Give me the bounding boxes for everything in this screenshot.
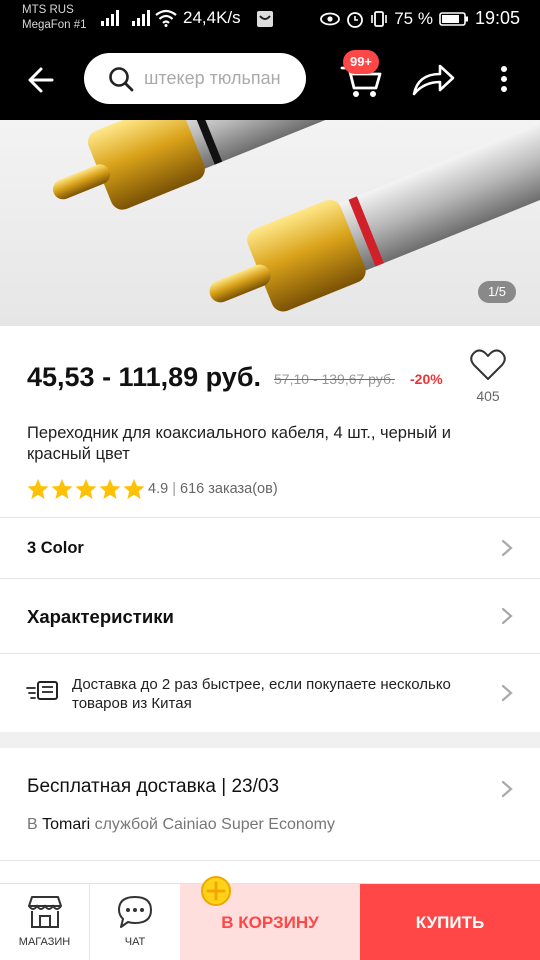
carrier-2: MegaFon #1 — [22, 19, 87, 31]
rating-separator: | — [172, 481, 176, 497]
buy-now-button[interactable]: КУПИТЬ — [360, 884, 540, 960]
wishlist-count: 405 — [476, 388, 500, 404]
store-icon — [28, 896, 62, 928]
original-price: 57,10 - 139,67 руб. — [274, 371, 395, 387]
store-label: МАГАЗИН — [18, 936, 71, 948]
clock: 19:05 — [474, 8, 520, 28]
chat-icon — [118, 896, 152, 928]
image-counter: 1/5 — [478, 281, 516, 303]
more-options-button[interactable] — [492, 60, 516, 100]
search-icon — [109, 67, 134, 92]
shipping-row[interactable] — [0, 748, 540, 860]
product-price: 45,53 - 111,89 руб. — [27, 362, 261, 392]
delivery-promo-text: Доставка до 2 раз быстрее, если покупает… — [72, 676, 451, 712]
star-icon — [27, 479, 49, 499]
store-button[interactable]: МАГАЗИН — [0, 884, 90, 960]
signal-icon — [101, 10, 119, 26]
wifi-icon — [155, 9, 177, 27]
star-icon — [99, 479, 121, 499]
chat-button[interactable]: ЧАТ — [90, 884, 180, 960]
fast-delivery-icon — [26, 681, 58, 700]
rating-summary: 4.9 | 616 заказа(ов) — [148, 481, 278, 497]
heart-icon — [470, 349, 506, 380]
coin-icon — [201, 876, 231, 906]
color-option-label: 3 Color — [27, 539, 84, 557]
top-toolbar: штекер тюльпан 99+ — [0, 38, 540, 120]
status-right: 75 % 19:05 — [320, 8, 520, 29]
chat-label: ЧАТ — [124, 936, 146, 948]
shipping-method: В Tomari службой Cainiao Super Economy — [27, 816, 335, 834]
more-vertical-icon — [501, 66, 507, 92]
product-title: Переходник для коаксиального кабеля, 4 ш… — [27, 424, 451, 463]
search-input[interactable]: штекер тюльпан — [84, 53, 306, 104]
chevron-right-icon — [501, 539, 513, 557]
share-icon — [412, 64, 455, 96]
cart-badge: 99+ — [343, 50, 379, 74]
wishlist-button[interactable] — [468, 345, 508, 385]
chevron-right-icon — [501, 607, 513, 625]
chevron-right-icon — [501, 684, 513, 702]
chevron-right-icon — [501, 780, 513, 798]
net-speed: 24,4K/s — [183, 8, 241, 27]
bottom-action-bar: МАГАЗИН ЧАТ В КОРЗИНУ КУПИТЬ — [0, 883, 540, 960]
star-icon — [75, 479, 97, 499]
battery-icon — [439, 11, 468, 26]
discount-badge: -20% — [410, 371, 443, 387]
arrow-left-icon — [28, 67, 54, 93]
specs-label: Характеристики — [27, 606, 174, 627]
back-button[interactable] — [22, 62, 62, 98]
status-bar: MTS RUS MegaFon #1 24,4K/s 75 % 19:05 — [0, 0, 540, 38]
search-placeholder: штекер тюльпан — [144, 68, 281, 88]
star-icon — [123, 479, 145, 499]
eye-icon — [320, 12, 341, 25]
vibrate-icon — [371, 10, 388, 27]
carrier-info: MTS RUS MegaFon #1 — [22, 3, 87, 33]
signal-icon-2 — [132, 10, 150, 26]
store-name: Tomari — [42, 816, 91, 833]
shipping-service: службой Cainiao Super Economy — [94, 816, 335, 833]
shipping-via-prefix: В — [27, 816, 38, 833]
rating-stars — [27, 478, 145, 500]
section-gap — [0, 732, 540, 748]
product-image — [52, 120, 540, 312]
divider — [0, 860, 540, 861]
share-button[interactable] — [410, 60, 456, 100]
notification-icon — [257, 11, 273, 27]
carrier-1: MTS RUS — [22, 4, 74, 16]
star-icon — [51, 479, 73, 499]
battery-percent: 75 % — [394, 8, 433, 28]
rating-value: 4.9 — [148, 481, 169, 497]
orders-count: 616 заказа(ов) — [180, 481, 278, 497]
free-shipping-label: Бесплатная доставка | 23/03 — [27, 776, 280, 797]
alarm-icon — [347, 11, 364, 28]
product-image-carousel[interactable] — [0, 120, 540, 326]
